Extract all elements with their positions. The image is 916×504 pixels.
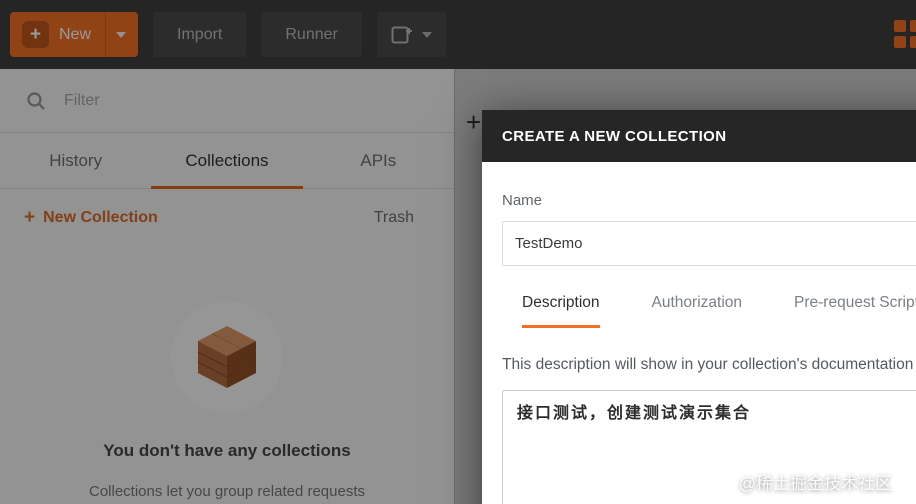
tab-description[interactable]: Description — [522, 294, 600, 328]
modal-body: Name Description Authorization Pre-reque… — [482, 162, 916, 504]
name-label: Name — [502, 192, 543, 209]
create-collection-modal: CREATE A NEW COLLECTION Name Description… — [482, 110, 916, 504]
modal-header: CREATE A NEW COLLECTION — [482, 110, 916, 162]
app-window: + New Import Runner Filter History Colle… — [0, 0, 916, 504]
modal-title: CREATE A NEW COLLECTION — [502, 127, 727, 145]
description-hint: This description will show in your colle… — [502, 356, 914, 373]
modal-tabs: Description Authorization Pre-request Sc… — [502, 294, 916, 328]
collection-name-input[interactable] — [502, 221, 916, 266]
tab-authorization[interactable]: Authorization — [652, 294, 742, 328]
tab-pre-request-scripts[interactable]: Pre-request Scripts — [794, 294, 916, 328]
watermark: @稀土掘金技术社区 — [738, 474, 892, 493]
